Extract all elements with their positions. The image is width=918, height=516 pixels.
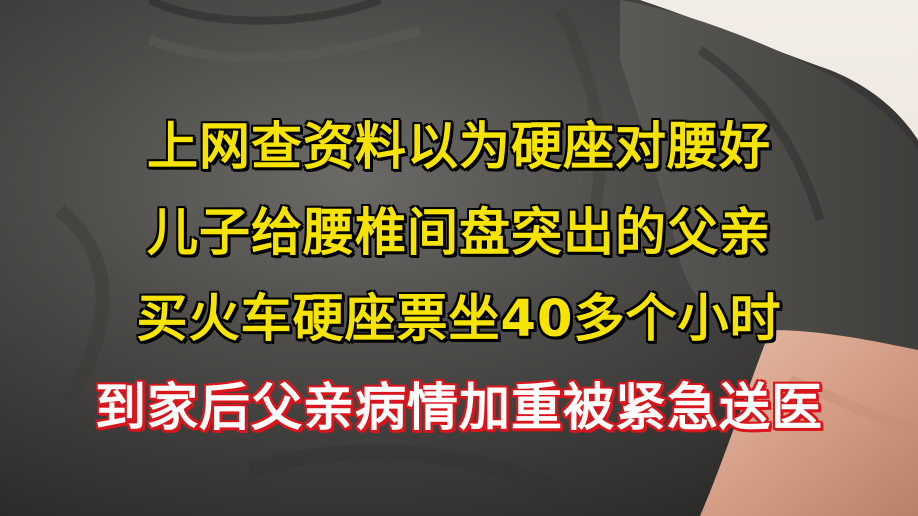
caption-line-2: 儿子给腰椎间盘突出的父亲: [146, 203, 771, 264]
video-frame: 上网查资料以为硬座对腰好 儿子给腰椎间盘突出的父亲 买火车硬座票坐40多个小时 …: [0, 0, 918, 516]
caption-line-3: 买火车硬座票坐40多个小时: [136, 289, 782, 350]
caption-overlay: 上网查资料以为硬座对腰好 儿子给腰椎间盘突出的父亲 买火车硬座票坐40多个小时 …: [0, 0, 918, 516]
caption-line-1: 上网查资料以为硬座对腰好: [146, 117, 771, 178]
caption-line-4: 到家后父亲病情加重被紧急送医: [94, 378, 823, 439]
